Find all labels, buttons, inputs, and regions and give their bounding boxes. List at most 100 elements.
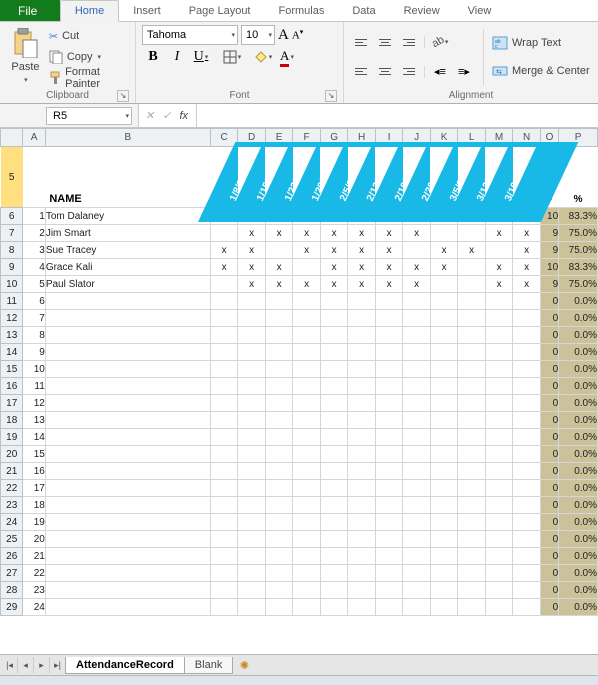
cell-attendance[interactable] — [485, 395, 513, 412]
cell-attendance[interactable] — [485, 242, 513, 259]
cell-attendance[interactable] — [320, 599, 348, 616]
sheet-tab-attendancerecord[interactable]: AttendanceRecord — [65, 657, 185, 674]
cell-attendance[interactable] — [485, 599, 513, 616]
bold-button[interactable]: B — [142, 47, 164, 67]
cell[interactable]: 2 — [23, 225, 45, 242]
cell-count[interactable]: 0 — [540, 361, 558, 378]
row-header[interactable]: 11 — [1, 293, 23, 310]
cell-attendance[interactable] — [458, 412, 486, 429]
cell-attendance[interactable] — [513, 548, 541, 565]
cell-attendance[interactable] — [375, 310, 403, 327]
cell-attendance[interactable] — [210, 361, 238, 378]
cancel-formula-button[interactable]: ✕ — [145, 109, 154, 122]
cell-name[interactable] — [45, 378, 210, 395]
cell-count[interactable]: 0 — [540, 327, 558, 344]
cell-attendance[interactable]: x — [320, 242, 348, 259]
cell-attendance[interactable] — [430, 395, 458, 412]
cell-attendance[interactable] — [320, 344, 348, 361]
cell-attendance[interactable] — [210, 310, 238, 327]
cell-attendance[interactable] — [265, 327, 293, 344]
cell-attendance[interactable] — [238, 361, 266, 378]
cell-attendance[interactable] — [403, 480, 431, 497]
cell-attendance[interactable] — [293, 344, 321, 361]
cell-attendance[interactable] — [210, 497, 238, 514]
cell-attendance[interactable]: x — [375, 242, 403, 259]
cell-count[interactable]: 9 — [540, 276, 558, 293]
cell-name[interactable] — [45, 293, 210, 310]
sheet-nav-first[interactable]: |◂ — [2, 657, 18, 673]
grow-font-button[interactable]: A — [278, 27, 289, 44]
cell-attendance[interactable] — [430, 276, 458, 293]
cell-attendance[interactable] — [348, 531, 376, 548]
sheet-nav-next[interactable]: ▸ — [34, 657, 50, 673]
cell-attendance[interactable] — [403, 378, 431, 395]
cell-attendance[interactable] — [348, 497, 376, 514]
cell-attendance[interactable] — [293, 412, 321, 429]
cell-attendance[interactable] — [430, 429, 458, 446]
cell-name[interactable] — [45, 582, 210, 599]
cell-attendance[interactable] — [210, 344, 238, 361]
cell-attendance[interactable] — [293, 463, 321, 480]
row-header[interactable]: 26 — [1, 548, 23, 565]
cell-attendance[interactable]: x — [403, 225, 431, 242]
cell-name[interactable] — [45, 565, 210, 582]
cell-attendance[interactable] — [320, 429, 348, 446]
cell-attendance[interactable] — [513, 327, 541, 344]
row-header[interactable]: 22 — [1, 480, 23, 497]
row-header[interactable]: 17 — [1, 395, 23, 412]
cell-attendance[interactable]: x — [513, 242, 541, 259]
cell-attendance[interactable] — [403, 582, 431, 599]
cell-count[interactable]: 9 — [540, 242, 558, 259]
cell-attendance[interactable] — [210, 582, 238, 599]
cell-attendance[interactable] — [293, 599, 321, 616]
row-header[interactable]: 6 — [1, 208, 23, 225]
cell-attendance[interactable] — [238, 497, 266, 514]
cell-attendance[interactable] — [238, 293, 266, 310]
cell-attendance[interactable] — [485, 582, 513, 599]
cell-attendance[interactable]: x — [485, 276, 513, 293]
cell[interactable]: 22 — [23, 565, 45, 582]
font-color-button[interactable]: A▾ — [276, 47, 298, 67]
cell-attendance[interactable] — [320, 361, 348, 378]
cell-attendance[interactable] — [320, 327, 348, 344]
cell-percent[interactable]: 75.0% — [559, 225, 598, 242]
cell-attendance[interactable] — [403, 565, 431, 582]
cell-attendance[interactable]: x — [265, 225, 293, 242]
cell-percent[interactable]: 0.0% — [559, 599, 598, 616]
cell-attendance[interactable] — [403, 548, 431, 565]
cell[interactable]: 5 — [23, 276, 45, 293]
cell-attendance[interactable] — [513, 531, 541, 548]
cell-attendance[interactable] — [210, 429, 238, 446]
cell-name[interactable] — [45, 514, 210, 531]
cell-attendance[interactable]: x — [403, 259, 431, 276]
cell-name[interactable]: Grace Kali — [45, 259, 210, 276]
cell-attendance[interactable] — [210, 327, 238, 344]
row-header[interactable]: 24 — [1, 514, 23, 531]
cell-attendance[interactable] — [403, 361, 431, 378]
cell-attendance[interactable] — [375, 599, 403, 616]
cell-attendance[interactable]: x — [485, 259, 513, 276]
cell-attendance[interactable] — [458, 463, 486, 480]
cell-attendance[interactable] — [485, 531, 513, 548]
cell-attendance[interactable] — [238, 412, 266, 429]
cell-attendance[interactable] — [403, 514, 431, 531]
cell-attendance[interactable] — [320, 514, 348, 531]
cell-name[interactable] — [45, 310, 210, 327]
cell-count[interactable]: 0 — [540, 378, 558, 395]
cell-attendance[interactable] — [348, 395, 376, 412]
dialog-launcher-icon[interactable]: ↘ — [117, 90, 129, 102]
cell-attendance[interactable] — [403, 497, 431, 514]
cell-attendance[interactable] — [210, 412, 238, 429]
cell-attendance[interactable] — [320, 480, 348, 497]
cell-attendance[interactable] — [320, 463, 348, 480]
cell-attendance[interactable] — [375, 429, 403, 446]
cell-attendance[interactable] — [458, 531, 486, 548]
underline-button[interactable]: U▾ — [190, 47, 212, 67]
cell-attendance[interactable] — [238, 565, 266, 582]
cell-attendance[interactable] — [485, 293, 513, 310]
cell-attendance[interactable] — [375, 565, 403, 582]
align-top-button[interactable] — [350, 32, 372, 52]
cell-attendance[interactable] — [430, 225, 458, 242]
cell-attendance[interactable] — [430, 446, 458, 463]
cell-attendance[interactable] — [430, 412, 458, 429]
